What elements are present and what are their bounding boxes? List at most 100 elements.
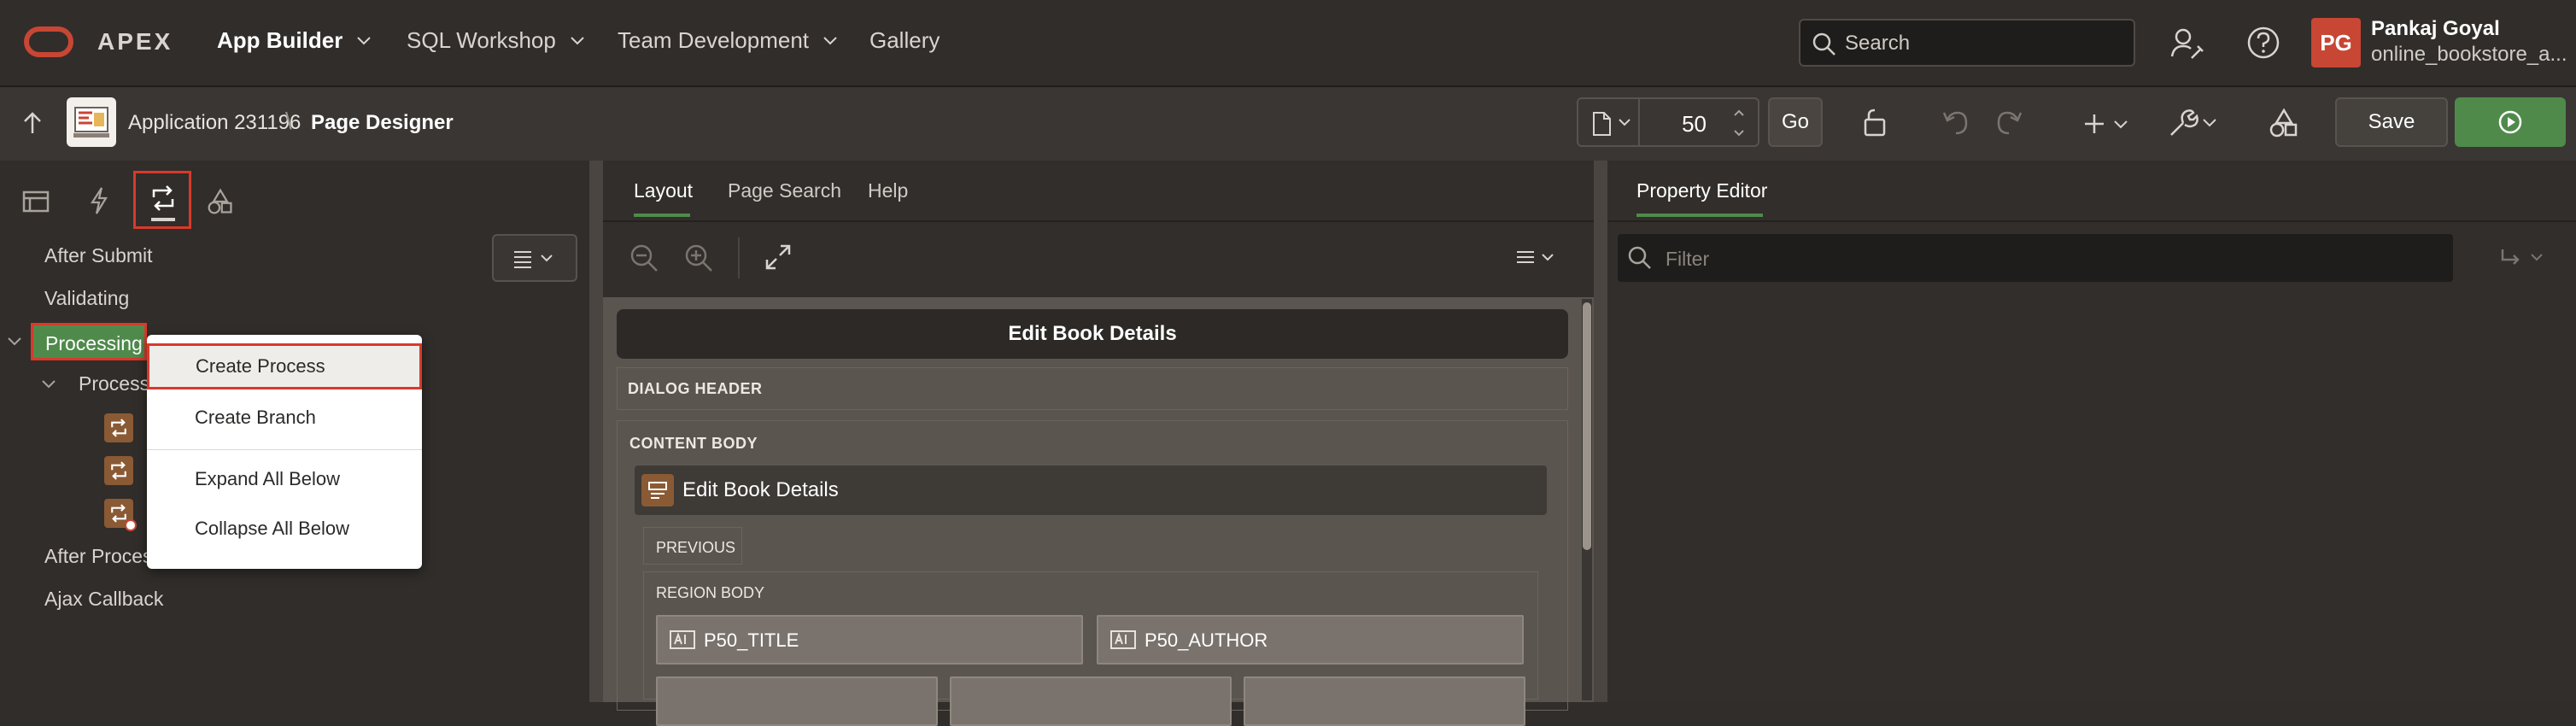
region-body-label: REGION BODY — [656, 584, 765, 601]
top-navigation-bar: APEX App Builder SQL Workshop Team Devel… — [0, 0, 2576, 87]
create-menu-icon[interactable] — [2082, 109, 2132, 138]
page-item[interactable] — [1244, 676, 1525, 726]
utilities-wrench-icon[interactable] — [2166, 108, 2219, 138]
tab-page-search[interactable]: Page Search — [728, 179, 841, 202]
menu-item-create-process[interactable]: Create Process — [147, 343, 422, 389]
tree-menu-button[interactable] — [492, 234, 577, 282]
page-number-field[interactable]: 50 — [1638, 99, 1712, 145]
application-icon[interactable] — [67, 97, 116, 147]
process-icon[interactable] — [104, 499, 137, 531]
avatar[interactable]: PG — [2311, 18, 2361, 67]
page-stepper-icon[interactable] — [1730, 104, 1748, 142]
tab-property-editor[interactable]: Property Editor — [1636, 179, 1768, 217]
shared-components-icon[interactable] — [2269, 108, 2299, 138]
text-field-icon — [670, 630, 695, 649]
tab-rendering[interactable] — [10, 178, 61, 224]
tab-dynamic-actions[interactable] — [73, 178, 125, 224]
tab-help[interactable]: Help — [868, 179, 908, 202]
rendering-tree-icon — [22, 190, 50, 213]
previous-position[interactable]: PREVIOUS — [643, 527, 742, 565]
book-app-icon — [73, 107, 109, 138]
chevron-down-icon — [1619, 119, 1630, 126]
up-arrow-icon[interactable] — [20, 111, 44, 137]
page-designer-toolbar: Application 231196 \ Page Designer 50 Go… — [0, 87, 2576, 162]
nav-gallery-label: Gallery — [869, 27, 940, 53]
apex-brand[interactable]: APEX — [97, 28, 173, 56]
tab-layout[interactable]: Layout — [634, 179, 694, 217]
tree-node-after-submit[interactable]: After Submit — [44, 244, 153, 267]
active-tab-indicator — [151, 218, 175, 221]
undo-icon[interactable] — [1941, 108, 1971, 138]
nav-app-builder[interactable]: App Builder — [217, 27, 372, 54]
expand-icon[interactable] — [764, 243, 793, 272]
menu-item-label: Expand All Below — [195, 468, 340, 489]
zoom-out-icon[interactable] — [629, 243, 659, 273]
menu-item-collapse-all-below[interactable]: Collapse All Below — [147, 507, 422, 550]
oracle-logo-icon[interactable] — [24, 26, 73, 57]
content-body-region[interactable]: CONTENT BODY Edit Book Details PREVIOUS … — [617, 420, 1568, 726]
chevron-down-icon[interactable] — [41, 379, 56, 389]
page-item-p50-author[interactable]: P50_AUTHOR — [1097, 615, 1524, 665]
nav-team-development[interactable]: Team Development — [618, 27, 838, 54]
pane-splitter-right[interactable] — [1594, 161, 1607, 702]
layout-pane: Layout Page Search Help Edit Book Detail… — [603, 161, 1594, 726]
redo-icon[interactable] — [1993, 108, 2024, 138]
nav-sql-workshop[interactable]: SQL Workshop — [407, 27, 585, 54]
menu-item-label: Create Process — [196, 355, 325, 377]
search-icon — [1628, 246, 1651, 269]
tree-node-processes[interactable]: Processes — [79, 372, 147, 395]
property-filter-input[interactable]: Filter — [1618, 234, 2453, 282]
tab-property-editor-label: Property Editor — [1636, 179, 1768, 202]
dialog-header-region[interactable]: DIALOG HEADER — [617, 367, 1568, 410]
chevron-down-icon[interactable] — [7, 337, 22, 347]
help-icon[interactable] — [2246, 26, 2280, 60]
process-icon[interactable] — [104, 413, 133, 442]
save-button[interactable]: Save — [2335, 97, 2448, 147]
pane-splitter-left[interactable] — [589, 161, 603, 702]
tree-node-ajax-callback[interactable]: Ajax Callback — [44, 588, 163, 611]
tree-node-validating[interactable]: Validating — [44, 287, 129, 310]
canvas-scrollbar-track[interactable] — [1582, 299, 1592, 700]
menu-item-create-branch[interactable]: Create Branch — [147, 396, 422, 439]
global-search-input[interactable]: Search — [1799, 19, 2135, 67]
page-item-p50-title[interactable]: P50_TITLE — [656, 615, 1083, 665]
go-to-group-icon[interactable] — [2497, 246, 2550, 272]
tab-processing[interactable] — [133, 171, 191, 229]
tab-divider — [603, 220, 1594, 222]
save-and-run-button[interactable] — [2455, 97, 2566, 147]
run-icon — [2498, 110, 2522, 134]
page-item[interactable] — [656, 676, 938, 726]
dialog-title-bar[interactable]: Edit Book Details — [617, 309, 1568, 359]
tab-shared-components[interactable] — [195, 178, 246, 224]
breadcrumb-application[interactable]: Application 231196 — [128, 111, 301, 135]
layout-canvas: Edit Book Details DIALOG HEADER CONTENT … — [603, 297, 1594, 726]
canvas-scrollbar-thumb[interactable] — [1583, 302, 1591, 550]
nav-gallery[interactable]: Gallery — [869, 27, 940, 54]
menu-item-expand-all-below[interactable]: Expand All Below — [147, 458, 422, 501]
hamburger-menu-icon[interactable] — [1515, 249, 1560, 266]
tree-node-processing-label: Processing — [45, 332, 143, 354]
breadcrumb-separator: \ — [285, 108, 292, 134]
region-body[interactable]: REGION BODY P50_TITLE P50_AUTHOR — [643, 571, 1538, 726]
tree-context-menu: Create Process Create Branch Expand All … — [147, 335, 422, 569]
tab-layout-label: Layout — [634, 179, 694, 202]
lock-page-icon[interactable] — [1860, 108, 1891, 138]
region-header[interactable]: Edit Book Details — [635, 465, 1547, 515]
lightning-icon — [90, 187, 108, 214]
nav-sql-workshop-label: SQL Workshop — [407, 27, 556, 53]
administration-icon[interactable] — [2169, 26, 2205, 61]
page-item-label: P50_TITLE — [704, 629, 799, 651]
menu-divider — [147, 449, 422, 450]
page-selector[interactable]: 50 — [1577, 97, 1759, 147]
go-button[interactable]: Go — [1768, 97, 1823, 147]
toolbar-divider — [738, 237, 740, 278]
condition-badge-icon — [125, 519, 137, 531]
user-name[interactable]: Pankaj Goyal — [2371, 17, 2500, 41]
page-item[interactable] — [950, 676, 1232, 726]
breadcrumb-page-designer: Page Designer — [311, 111, 454, 134]
text-field-icon — [1110, 630, 1136, 649]
page-icon — [1593, 112, 1611, 136]
process-icon[interactable] — [104, 456, 133, 485]
zoom-in-icon[interactable] — [683, 243, 714, 273]
tree-node-processing[interactable]: Processing — [31, 323, 147, 360]
